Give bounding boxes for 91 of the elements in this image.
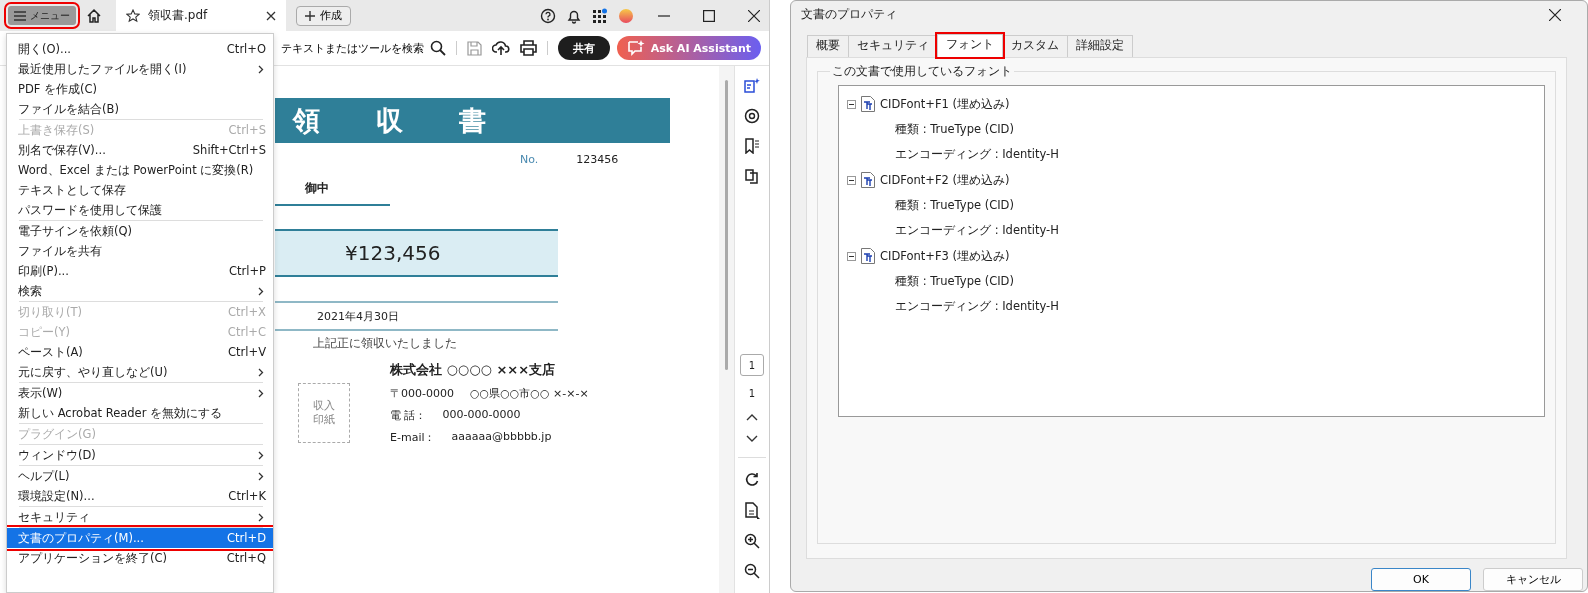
menu-item[interactable]: 文書のプロパティ(M)... Ctrl+D bbox=[7, 528, 273, 548]
menu-item[interactable]: 元に戻す、やり直しなど(U) bbox=[7, 362, 273, 382]
number-label: No. bbox=[520, 153, 539, 167]
font-icon bbox=[861, 96, 875, 113]
amount-value: ¥123,456 bbox=[345, 241, 441, 265]
menu-item[interactable]: ヘルプ(L) bbox=[7, 466, 273, 486]
menu-item[interactable]: 開く(O)... Ctrl+O bbox=[7, 39, 273, 59]
avatar-icon[interactable] bbox=[618, 7, 634, 24]
zoom-out-icon[interactable] bbox=[744, 563, 760, 579]
menu-item[interactable]: ファイルを共有 bbox=[7, 241, 273, 261]
help-icon[interactable] bbox=[540, 7, 556, 24]
copy-icon[interactable] bbox=[744, 168, 760, 184]
print-icon[interactable] bbox=[519, 40, 537, 56]
tree-item[interactable]: 種類 : TrueType (CID) bbox=[895, 273, 1014, 289]
address: ○○県○○市○○ ×-×-× bbox=[469, 386, 589, 401]
share-button[interactable]: 共有 bbox=[557, 36, 610, 60]
menu-item[interactable]: セキュリティ bbox=[7, 507, 273, 527]
document-tab[interactable]: 領収書.pdf bbox=[116, 0, 286, 31]
phone-number: 000-000-0000 bbox=[442, 408, 521, 423]
menu-item[interactable]: 表示(W) bbox=[7, 383, 273, 403]
menu-icon bbox=[14, 10, 26, 21]
search-button[interactable]: テキストまたはツールを検索 bbox=[280, 40, 424, 56]
menu-item[interactable]: 新しい Acrobat Reader を無効にする bbox=[7, 403, 273, 423]
tree-item[interactable]: 種類 : TrueType (CID) bbox=[895, 122, 1014, 138]
menu-item[interactable]: PDF を作成(C) bbox=[7, 79, 273, 99]
rotate-icon[interactable] bbox=[744, 472, 760, 488]
search-icon[interactable] bbox=[429, 40, 446, 56]
dialog-button[interactable]: OK bbox=[1371, 568, 1471, 591]
menu-item[interactable]: アプリケーションを終了(C) Ctrl+Q bbox=[7, 548, 273, 568]
tree-item[interactable]: エンコーディング : Identity-H bbox=[895, 147, 1059, 163]
postal-code: 〒000-0000 bbox=[390, 386, 454, 401]
receipt-date: 2021年4月30日 bbox=[317, 308, 399, 324]
create-button[interactable]: 作成 bbox=[296, 5, 351, 26]
tab[interactable]: フォント bbox=[937, 33, 1003, 57]
chevron-up-icon[interactable] bbox=[746, 413, 758, 421]
receipt-note: 上記正に領収いたしました bbox=[312, 336, 458, 351]
collapse-toggle-icon[interactable] bbox=[847, 175, 856, 185]
tree-item[interactable]: エンコーディング : Identity-H bbox=[895, 299, 1059, 315]
recipient-suffix: 御中 bbox=[305, 181, 329, 195]
maximize-icon[interactable] bbox=[703, 9, 715, 22]
receipt-title: 領収書 bbox=[293, 103, 542, 138]
menu-item[interactable]: テキストとして保存 bbox=[7, 180, 273, 200]
font-icon bbox=[861, 248, 875, 265]
chat-sparkle-icon bbox=[626, 40, 645, 56]
close-icon[interactable] bbox=[266, 10, 276, 21]
phone-label: 電 話： bbox=[390, 408, 427, 423]
page-number-field[interactable]: 1 bbox=[740, 354, 764, 376]
star-icon[interactable] bbox=[126, 8, 140, 23]
tree-item[interactable]: CIDFont+F2 (埋め込み) bbox=[880, 172, 1010, 188]
upload-cloud-icon[interactable] bbox=[491, 40, 510, 56]
menu-item[interactable]: 環境設定(N)... Ctrl+K bbox=[7, 486, 273, 506]
menu-item[interactable]: 検索 bbox=[7, 281, 273, 301]
menu-item[interactable]: 別名で保存(V)... Shift+Ctrl+S bbox=[7, 140, 273, 160]
page-total: 1 bbox=[748, 388, 756, 399]
menu-item[interactable]: 印刷(P)... Ctrl+P bbox=[7, 261, 273, 281]
email-label: E-mail： bbox=[390, 430, 436, 445]
plus-icon bbox=[305, 10, 315, 21]
menu-item[interactable]: 電子サインを依頼(Q) bbox=[7, 221, 273, 241]
email-address: aaaaaa@bbbbb.jp bbox=[451, 430, 552, 445]
company-name: 株式会社 ○○○○ ×××支店 bbox=[390, 361, 557, 379]
zoom-in-icon[interactable] bbox=[744, 533, 760, 549]
edit-icon[interactable] bbox=[744, 78, 760, 94]
stamp-label: 収入印紙 bbox=[313, 398, 335, 428]
home-icon[interactable] bbox=[86, 7, 102, 24]
dialog-title: 文書のプロパティ bbox=[801, 7, 897, 23]
file-icon[interactable] bbox=[744, 502, 760, 519]
font-icon bbox=[861, 172, 875, 189]
menu-item[interactable]: 最近使用したファイルを開く(I) bbox=[7, 59, 273, 79]
tree-item[interactable]: CIDFont+F1 (埋め込み) bbox=[880, 96, 1010, 112]
ai-assistant-button[interactable]: Ask AI Assistant bbox=[616, 36, 761, 60]
menu-item[interactable]: Word、Excel または PowerPoint に変換(R) bbox=[7, 160, 273, 180]
menu-item[interactable]: ペースト(A) Ctrl+V bbox=[7, 342, 273, 362]
menu-item[interactable]: ウィンドウ(D) bbox=[7, 445, 273, 465]
tab[interactable]: 概要 bbox=[807, 34, 849, 57]
tree-item[interactable]: CIDFont+F3 (埋め込み) bbox=[880, 248, 1010, 264]
bookmark-icon[interactable] bbox=[744, 138, 760, 154]
close-icon[interactable] bbox=[748, 9, 760, 22]
menu-item[interactable]: パスワードを使用して保護 bbox=[7, 200, 273, 220]
chevron-down-icon[interactable] bbox=[746, 435, 758, 443]
scrollbar-thumb[interactable] bbox=[725, 80, 728, 370]
group-title: この文書で使用しているフォント bbox=[831, 63, 1013, 79]
collapse-toggle-icon[interactable] bbox=[847, 251, 856, 261]
apps-icon[interactable] bbox=[592, 7, 608, 24]
close-icon[interactable] bbox=[1549, 8, 1561, 21]
tab[interactable]: 詳細設定 bbox=[1067, 34, 1133, 57]
tree-item[interactable]: エンコーディング : Identity-H bbox=[895, 223, 1059, 239]
collapse-toggle-icon[interactable] bbox=[847, 99, 856, 109]
receipt-number: 123456 bbox=[576, 153, 619, 167]
menu-item[interactable]: ファイルを結合(B) bbox=[7, 99, 273, 119]
tree-item[interactable]: 種類 : TrueType (CID) bbox=[895, 198, 1014, 213]
dialog-button[interactable]: キャンセル bbox=[1483, 568, 1583, 591]
